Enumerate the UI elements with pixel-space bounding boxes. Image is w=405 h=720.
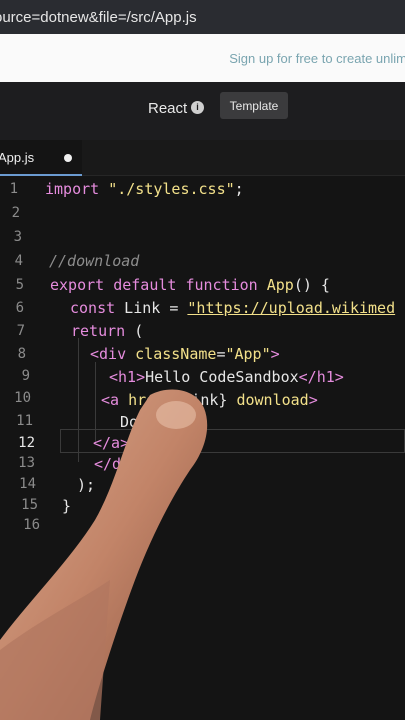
code-line-11: Dow (120, 413, 148, 431)
line-number: 16 (23, 517, 40, 533)
line-number: 15 (21, 497, 38, 513)
line-number: 14 (19, 476, 36, 492)
indent-guide (95, 362, 96, 442)
line-number: 9 (21, 368, 30, 384)
code-line-15: } (62, 497, 72, 515)
code-line-13: </d (94, 455, 122, 473)
line-number: 10 (14, 390, 31, 406)
signup-banner-text: Sign up for free to create unlim (229, 50, 405, 66)
line-number-active: 12 (18, 435, 35, 451)
framework-label: React (148, 100, 188, 117)
editor-tab-bar: App.js (0, 140, 405, 176)
code-line-5: export default function App() { (50, 276, 330, 294)
line-number: 11 (16, 413, 33, 429)
url-text: ource=dotnew&file=/src/App.js (0, 8, 197, 26)
line-number: 5 (15, 277, 24, 293)
signup-banner[interactable]: Sign up for free to create unlim (0, 34, 405, 82)
template-button[interactable]: Template (220, 92, 288, 119)
indent-guide (78, 338, 79, 462)
code-line-14: ); (77, 476, 96, 494)
line-number: 6 (15, 300, 24, 316)
browser-url-bar[interactable]: ource=dotnew&file=/src/App.js (0, 0, 405, 34)
line-number: 13 (18, 455, 35, 471)
code-line-8: <div className="App"> (90, 345, 280, 363)
code-line-1: import "./styles.css"; (45, 180, 244, 198)
line-number: 8 (17, 346, 26, 362)
unsaved-dot-icon[interactable] (64, 154, 72, 162)
tab-label: App.js (0, 150, 35, 165)
code-line-12: </a> (93, 434, 130, 452)
info-icon[interactable]: i (191, 101, 204, 114)
code-editor[interactable]: 1 2 3 4 5 6 7 8 9 10 11 12 13 14 15 16 i… (0, 176, 405, 720)
sandbox-top-bar: React i Template (0, 82, 405, 140)
line-number: 4 (14, 253, 23, 269)
code-line-10: <a href={Link} download> (101, 391, 318, 409)
tab-app-js[interactable]: App.js (0, 140, 82, 176)
line-number: 3 (13, 229, 22, 245)
code-line-4: //download (49, 252, 140, 270)
line-number: 2 (11, 205, 20, 221)
code-line-6: const Link = "https://upload.wikimed (70, 299, 396, 317)
line-number: 1 (9, 181, 18, 197)
code-line-7: return ( (71, 322, 144, 340)
line-number: 7 (16, 323, 25, 339)
code-line-9: <h1>Hello CodeSandbox</h1> (109, 368, 344, 386)
